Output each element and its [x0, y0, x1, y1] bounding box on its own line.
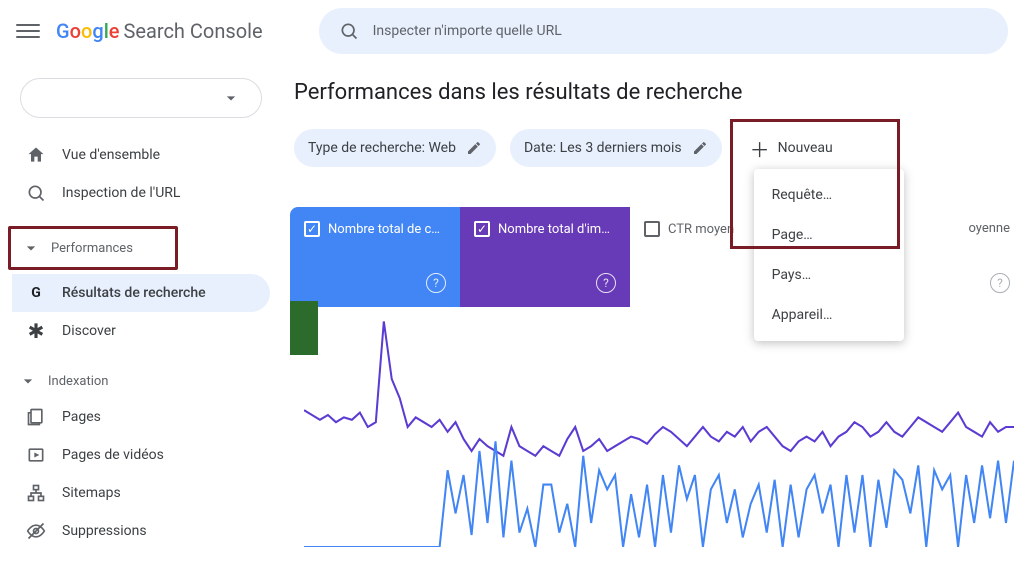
sidebar-section-performances[interactable]: Performances — [15, 231, 139, 265]
sidebar-item-label: Pages — [62, 409, 101, 425]
property-selector[interactable] — [20, 78, 262, 118]
caret-down-icon — [18, 371, 38, 391]
metric-label: CTR moyen — [668, 222, 734, 237]
url-inspect-field[interactable]: Inspecter n'importe quelle URL — [319, 8, 1008, 54]
pencil-icon — [692, 140, 708, 156]
search-icon — [339, 21, 359, 41]
page-title: Performances dans les résultats de reche… — [294, 80, 1024, 105]
eye-off-icon — [26, 521, 46, 541]
chip-label: Type de recherche: Web — [308, 140, 456, 156]
help-icon[interactable]: ? — [596, 273, 616, 293]
magnifier-icon — [26, 183, 46, 203]
sidebar-item-label: Suppressions — [62, 523, 147, 539]
hamburger-menu[interactable] — [16, 19, 40, 43]
sitemap-icon — [26, 483, 46, 503]
sidebar-item-label: Inspection de l'URL — [62, 185, 180, 201]
metric-position[interactable]: oyenne ? — [914, 207, 1024, 307]
metric-label: Nombre total de c… — [328, 222, 440, 237]
filter-dropdown: Requête… Page… Pays… Appareil… — [754, 169, 904, 341]
google-word: Google — [56, 19, 120, 43]
metric-label: oyenne — [968, 221, 1010, 236]
pencil-icon — [466, 140, 482, 156]
metric-label: Nombre total d'im… — [498, 222, 610, 237]
caret-down-icon — [21, 238, 41, 258]
checked-icon — [304, 221, 320, 237]
home-icon — [26, 145, 46, 165]
sidebar-item-pages[interactable]: Pages — [12, 398, 270, 436]
sidebar-item-overview[interactable]: Vue d'ensemble — [12, 136, 270, 174]
dropdown-item-query[interactable]: Requête… — [754, 175, 904, 215]
dropdown-item-country[interactable]: Pays… — [754, 255, 904, 295]
sidebar: Vue d'ensemble Inspection de l'URL Perfo… — [0, 62, 280, 562]
metrics-row: Nombre total de c… ? Nombre total d'im… … — [290, 207, 1024, 307]
sidebar-section-label: Performances — [51, 241, 133, 256]
sidebar-item-removals[interactable]: Suppressions — [12, 512, 270, 550]
add-filter-label: Nouveau — [778, 140, 833, 156]
caret-down-icon — [221, 88, 241, 108]
asterisk-icon: ✱ — [26, 321, 46, 341]
app-title: Search Console — [124, 19, 263, 43]
line-chart — [304, 307, 1014, 547]
app-logo: Google Search Console — [56, 19, 263, 43]
chip-date[interactable]: Date: Les 3 derniers mois — [510, 129, 722, 167]
metric-impressions[interactable]: Nombre total d'im… ? — [460, 207, 630, 307]
sidebar-section-indexation[interactable]: Indexation — [12, 364, 270, 398]
unchecked-icon — [644, 221, 660, 237]
sidebar-item-label: Discover — [62, 323, 116, 339]
video-icon — [26, 445, 46, 465]
dropdown-item-page[interactable]: Page… — [754, 215, 904, 255]
annotation-highlight-performances: Performances — [8, 226, 178, 270]
plus-icon: ＋ — [750, 134, 770, 163]
add-filter-button[interactable]: ＋ Nouveau — [736, 129, 847, 167]
help-icon[interactable]: ? — [990, 273, 1010, 293]
sidebar-item-videos[interactable]: Pages de vidéos — [12, 436, 270, 474]
help-icon[interactable]: ? — [426, 273, 446, 293]
pages-icon — [26, 407, 46, 427]
sidebar-item-results[interactable]: G Résultats de recherche — [12, 274, 270, 312]
chip-label: Date: Les 3 derniers mois — [524, 140, 682, 156]
sidebar-item-label: Pages de vidéos — [62, 447, 164, 463]
checked-icon — [474, 221, 490, 237]
sidebar-item-label: Résultats de recherche — [62, 285, 206, 301]
sidebar-item-discover[interactable]: ✱ Discover — [12, 312, 270, 350]
dropdown-item-device[interactable]: Appareil… — [754, 295, 904, 335]
sidebar-item-sitemaps[interactable]: Sitemaps — [12, 474, 270, 512]
sidebar-item-inspect[interactable]: Inspection de l'URL — [12, 174, 270, 212]
g-icon: G — [26, 283, 46, 303]
sidebar-section-label: Indexation — [48, 374, 108, 389]
metric-clicks[interactable]: Nombre total de c… ? — [290, 207, 460, 307]
sidebar-item-label: Vue d'ensemble — [62, 147, 160, 163]
chart — [290, 307, 1014, 547]
search-placeholder: Inspecter n'importe quelle URL — [373, 23, 562, 39]
chip-search-type[interactable]: Type de recherche: Web — [294, 129, 496, 167]
sidebar-item-label: Sitemaps — [62, 485, 121, 501]
green-strip — [290, 301, 318, 355]
